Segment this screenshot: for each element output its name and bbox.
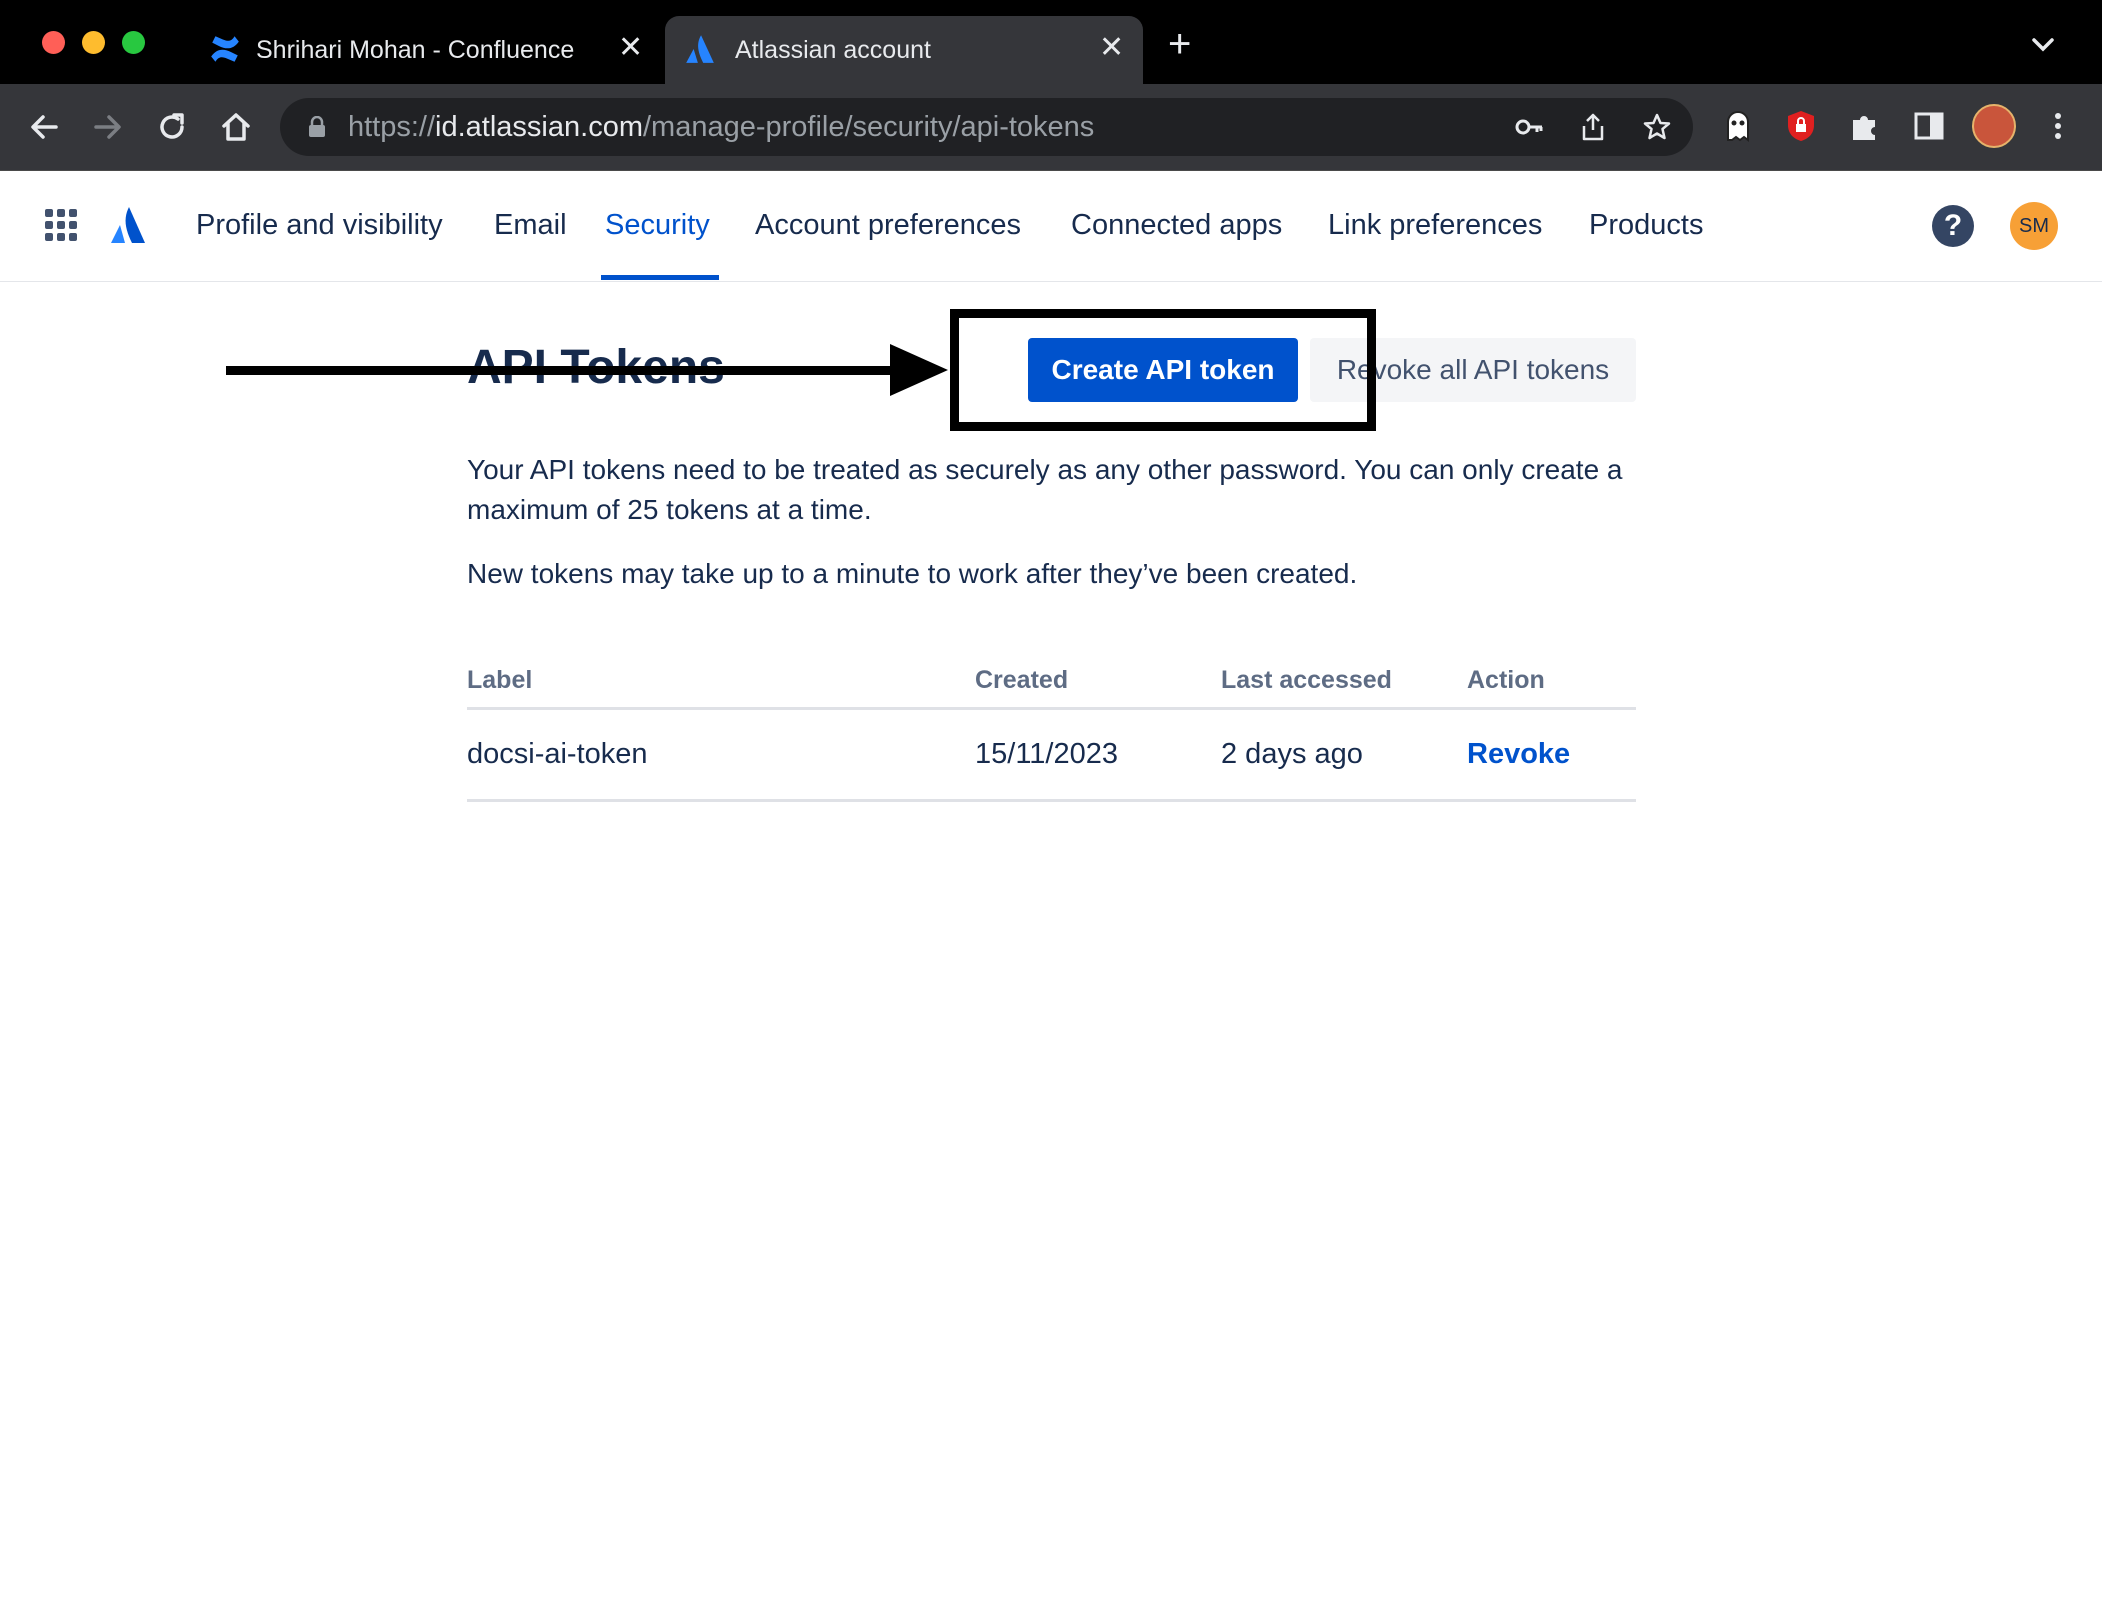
window-close-button[interactable]	[42, 31, 65, 54]
ghost-extension-icon[interactable]	[1720, 108, 1756, 144]
side-panel-icon[interactable]	[1911, 108, 1947, 144]
token-last-accessed-cell: 2 days ago	[1221, 738, 1363, 770]
column-header-last-accessed: Last accessed	[1221, 666, 1392, 694]
browser-tab-confluence[interactable]: Shrihari Mohan - Confluence ✕	[190, 16, 660, 84]
nav-link-preferences[interactable]: Link preferences	[1328, 209, 1542, 242]
column-header-created: Created	[975, 666, 1069, 694]
browser-tab-atlassian-account[interactable]: Atlassian account ✕	[665, 16, 1143, 84]
nav-products[interactable]: Products	[1589, 209, 1703, 242]
table-row-divider	[467, 799, 1636, 802]
column-header-label: Label	[467, 666, 533, 694]
share-icon[interactable]	[1578, 112, 1608, 142]
nav-profile-and-visibility[interactable]: Profile and visibility	[196, 209, 443, 242]
window-minimize-button[interactable]	[82, 31, 105, 54]
app-switcher-icon[interactable]	[44, 208, 78, 242]
url-scheme: https://	[348, 111, 436, 143]
nav-connected-apps[interactable]: Connected apps	[1071, 209, 1282, 242]
token-created-cell: 15/11/2023	[975, 738, 1118, 770]
home-icon[interactable]	[216, 107, 256, 147]
back-icon[interactable]	[24, 107, 64, 147]
nav-account-preferences[interactable]: Account preferences	[755, 209, 1021, 242]
key-icon[interactable]	[1514, 112, 1544, 142]
api-token-warning-text: Your API tokens need to be treated as se…	[467, 454, 1623, 525]
more-menu-icon[interactable]	[2040, 108, 2076, 144]
close-tab-icon[interactable]: ✕	[1099, 30, 1124, 65]
browser-toolbar: https://id.atlassian.com/manage-profile/…	[0, 84, 2102, 171]
url-text[interactable]: https://id.atlassian.com/manage-profile/…	[348, 111, 1094, 144]
lock-icon[interactable]	[306, 116, 328, 138]
api-token-delay-text: New tokens may take up to a minute to wo…	[467, 558, 1358, 589]
chevron-down-icon[interactable]	[2028, 30, 2058, 60]
confluence-icon	[211, 36, 239, 62]
annotation-highlight-box	[950, 309, 1376, 431]
account-header: Profile and visibility Email Security Ac…	[0, 171, 2102, 282]
token-label-cell: docsi-ai-token	[467, 738, 648, 770]
nav-security[interactable]: Security	[605, 209, 710, 242]
url-path: /manage-profile/security/api-tokens	[642, 111, 1095, 143]
column-header-action: Action	[1467, 666, 1545, 694]
profile-avatar-icon[interactable]	[1972, 104, 2016, 148]
revoke-token-link[interactable]: Revoke	[1467, 738, 1570, 771]
puzzle-extension-icon[interactable]	[1847, 108, 1883, 144]
close-tab-icon[interactable]: ✕	[618, 30, 643, 65]
browser-tab-strip: Shrihari Mohan - Confluence ✕ Atlassian …	[0, 0, 2102, 84]
active-tab-indicator	[601, 275, 719, 280]
reload-icon[interactable]	[152, 107, 192, 147]
atlassian-icon	[686, 35, 714, 63]
url-host: id.atlassian.com	[435, 111, 643, 143]
address-bar[interactable]: https://id.atlassian.com/manage-profile/…	[280, 98, 1693, 156]
user-avatar[interactable]: SM	[2010, 202, 2058, 250]
window-zoom-button[interactable]	[122, 31, 145, 54]
new-tab-icon[interactable]: +	[1168, 22, 1191, 67]
bookmark-star-icon[interactable]	[1642, 112, 1672, 142]
table-header-divider	[467, 707, 1636, 710]
annotation-arrow-icon	[226, 344, 948, 396]
shield-extension-icon[interactable]	[1783, 108, 1819, 144]
atlassian-logo-icon[interactable]	[108, 205, 148, 245]
tab-title: Shrihari Mohan - Confluence	[256, 36, 575, 64]
help-icon[interactable]: ?	[1932, 205, 1974, 247]
tab-title: Atlassian account	[735, 36, 931, 64]
nav-email[interactable]: Email	[494, 209, 567, 242]
forward-icon[interactable]	[88, 107, 128, 147]
